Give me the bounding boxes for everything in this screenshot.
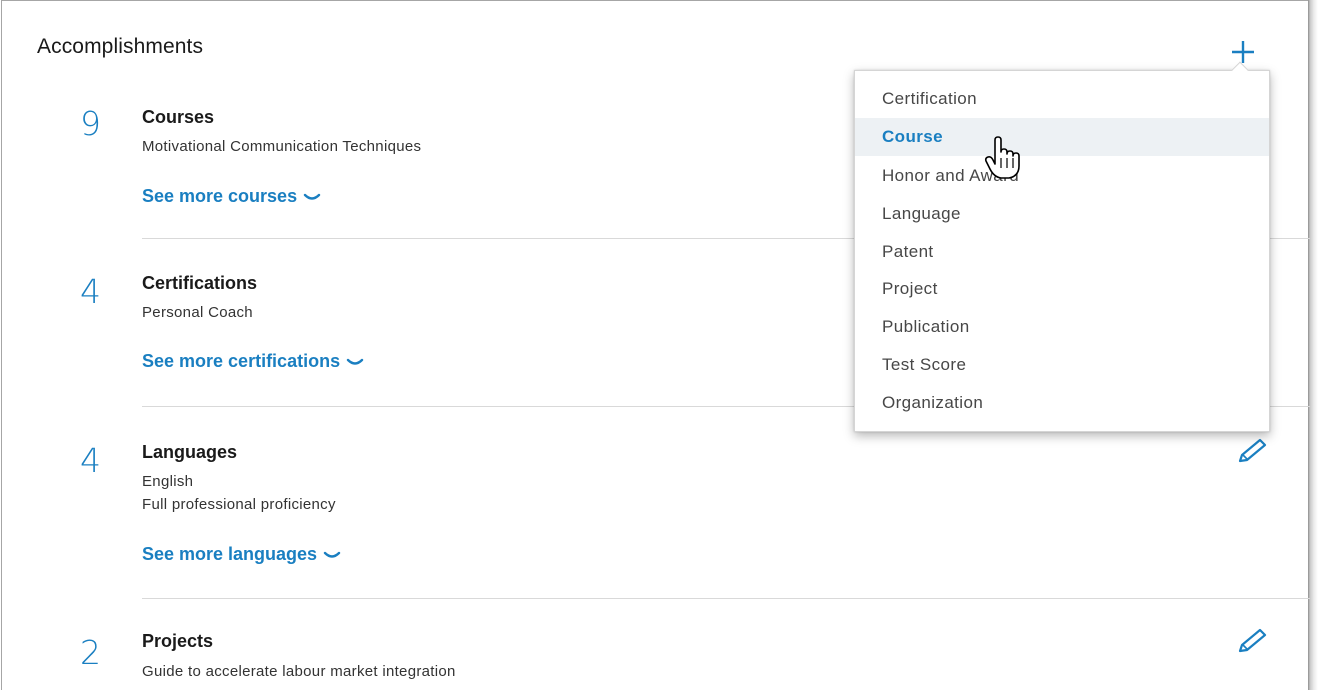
courses-title: Courses [142, 107, 215, 127]
plus-icon [1232, 41, 1254, 63]
courses-item: Motivational Communication Techniques [142, 138, 422, 155]
edit-languages-button[interactable] [1235, 437, 1269, 465]
see-more-certifications-label: See more certifications [142, 351, 341, 371]
menu-item-publication[interactable]: Publication [855, 308, 1269, 346]
menu-item-honor-and-award[interactable]: Honor and Award [855, 157, 1269, 195]
pencil-icon [1238, 628, 1267, 653]
menu-item-test-score[interactable]: Test Score [855, 346, 1269, 384]
chevron-down-icon [346, 352, 364, 373]
section-title: Accomplishments [37, 35, 204, 58]
edit-projects-button[interactable] [1235, 627, 1269, 655]
add-accomplishment-menu: Certification Course Honor and Award Lan… [854, 70, 1270, 432]
certifications-count: 4 [80, 272, 101, 311]
screenshot-frame: Accomplishments 9 Courses Motivational C… [0, 0, 1318, 690]
languages-count: 4 [80, 441, 101, 480]
languages-proficiency: Full professional proficiency [142, 496, 336, 513]
menu-item-course[interactable]: Course [855, 118, 1269, 156]
menu-item-patent[interactable]: Patent [855, 233, 1269, 271]
see-more-certifications-link[interactable]: See more certifications [142, 351, 364, 373]
menu-item-language[interactable]: Language [855, 195, 1269, 233]
pencil-icon [1238, 438, 1267, 463]
menu-item-project[interactable]: Project [855, 270, 1269, 308]
menu-item-organization[interactable]: Organization [855, 384, 1269, 422]
languages-item: English [142, 473, 194, 490]
courses-count: 9 [80, 104, 101, 143]
certifications-item: Personal Coach [142, 304, 253, 321]
see-more-courses-label: See more courses [142, 186, 298, 206]
projects-count: 2 [80, 633, 101, 672]
page-edge-shadow [1308, 0, 1318, 690]
chevron-down-icon [303, 187, 321, 208]
certifications-title: Certifications [142, 273, 258, 293]
projects-title: Projects [142, 631, 214, 651]
add-accomplishment-button[interactable] [1228, 37, 1258, 67]
see-more-courses-link[interactable]: See more courses [142, 186, 321, 208]
section-divider [142, 598, 1310, 599]
menu-item-certification[interactable]: Certification [855, 80, 1269, 118]
languages-title: Languages [142, 442, 238, 462]
chevron-down-icon [323, 545, 341, 566]
see-more-languages-label: See more languages [142, 544, 318, 564]
projects-item: Guide to accelerate labour market integr… [142, 663, 456, 680]
see-more-languages-link[interactable]: See more languages [142, 544, 341, 566]
